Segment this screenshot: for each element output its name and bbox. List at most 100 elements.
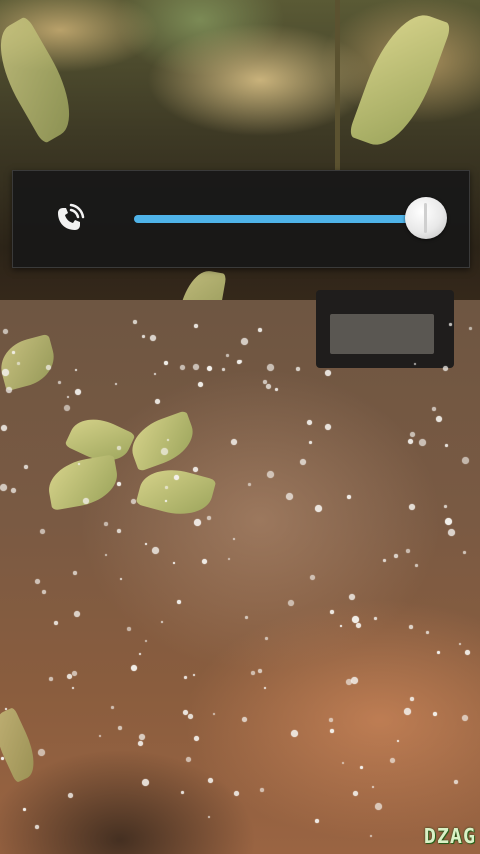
perlite-speck — [138, 741, 143, 746]
perlite-speck — [145, 640, 147, 642]
perlite-speck — [17, 362, 20, 365]
perlite-speck — [408, 439, 413, 444]
volume-slider-thumb[interactable] — [405, 197, 447, 239]
perlite-speck — [67, 674, 72, 679]
perlite-speck — [390, 758, 395, 763]
perlite-speck — [11, 488, 16, 493]
perlite-speck — [444, 505, 447, 508]
perlite-speck — [23, 808, 26, 811]
perlite-speck — [131, 499, 136, 504]
perlite-speck — [342, 762, 344, 764]
soil-surface — [0, 300, 480, 854]
perlite-speck — [73, 571, 77, 575]
perlite-speck — [374, 617, 377, 620]
perlite-speck — [131, 665, 137, 671]
perlite-speck — [258, 328, 262, 332]
perlite-speck — [183, 710, 188, 715]
perlite-speck — [454, 780, 458, 784]
perlite-speck — [186, 757, 191, 762]
perlite-speck — [330, 610, 334, 614]
perlite-speck — [1, 425, 7, 431]
perlite-speck — [443, 366, 448, 371]
perlite-speck — [349, 594, 355, 600]
perlite-speck — [194, 519, 201, 526]
perlite-speck — [202, 559, 207, 564]
perlite-speck — [194, 324, 198, 328]
perlite-speck — [325, 424, 331, 430]
perlite-speck — [383, 559, 386, 562]
perlite-speck — [117, 529, 121, 533]
perlite-speck — [74, 611, 80, 617]
perlite-speck — [469, 327, 472, 330]
perlite-speck — [288, 600, 294, 606]
perlite-speck — [207, 366, 212, 371]
perlite-speck — [340, 625, 342, 627]
perlite-speck — [419, 439, 426, 446]
perlite-speck — [296, 367, 300, 371]
perlite-speck — [409, 625, 413, 629]
perlite-speck — [234, 791, 239, 796]
perlite-speck — [397, 740, 399, 742]
perlite-speck — [54, 621, 58, 625]
perlite-speck — [193, 364, 199, 370]
perlite-speck — [161, 448, 168, 455]
perlite-speck — [46, 365, 51, 370]
perlite-speck — [375, 803, 382, 810]
perlite-speck — [155, 399, 160, 404]
perlite-speck — [24, 465, 28, 469]
perlite-speck — [267, 471, 274, 478]
volume-slider-track[interactable] — [134, 215, 426, 223]
perlite-speck — [99, 735, 101, 737]
perlite-speck — [445, 444, 448, 447]
perlite-speck — [35, 825, 39, 829]
perlite-speck — [258, 669, 262, 673]
perlite-speck — [72, 671, 77, 676]
perlite-speck — [436, 416, 442, 422]
perlite-speck — [449, 323, 452, 326]
perlite-speck — [415, 564, 418, 567]
perlite-speck — [139, 734, 145, 740]
perlite-speck — [307, 420, 312, 425]
perlite-speck — [465, 650, 470, 655]
perlite-speck — [315, 819, 319, 823]
perlite-speck — [68, 793, 73, 798]
perlite-speck — [406, 549, 410, 553]
perlite-speck — [404, 708, 411, 715]
perlite-speck — [198, 382, 203, 387]
thermometer-device — [316, 290, 454, 368]
perlite-speck — [372, 786, 374, 788]
perlite-speck — [242, 717, 247, 722]
perlite-speck — [352, 616, 359, 623]
background-photo — [0, 0, 480, 854]
perlite-speck — [117, 482, 121, 486]
perlite-speck — [286, 493, 293, 500]
perlite-speck — [105, 554, 107, 556]
perlite-speck — [188, 714, 193, 719]
perlite-speck — [0, 484, 7, 491]
perlite-speck — [315, 505, 322, 512]
perlite-speck — [445, 518, 452, 525]
perlite-speck — [410, 432, 415, 437]
perlite-speck — [145, 543, 147, 545]
perlite-speck — [184, 676, 187, 679]
perlite-speck — [462, 715, 468, 721]
perlite-speck — [142, 779, 149, 786]
perlite-speck — [78, 463, 80, 465]
perlite-speck — [173, 562, 175, 564]
perlite-speck — [133, 320, 137, 324]
perlite-speck — [49, 677, 53, 681]
perlite-speck — [346, 679, 352, 685]
perlite-speck — [208, 816, 210, 818]
perlite-speck — [139, 653, 141, 655]
perlite-speck — [40, 529, 45, 534]
perlite-speck — [3, 329, 8, 334]
perlite-speck — [208, 778, 213, 783]
perlite-speck — [414, 363, 416, 365]
perlite-speck — [180, 365, 185, 370]
perlite-speck — [1, 757, 4, 760]
perlite-speck — [248, 483, 251, 486]
perlite-speck — [174, 475, 179, 480]
perlite-speck — [233, 538, 235, 540]
perlite-speck — [75, 369, 77, 371]
perlite-speck — [120, 578, 122, 580]
